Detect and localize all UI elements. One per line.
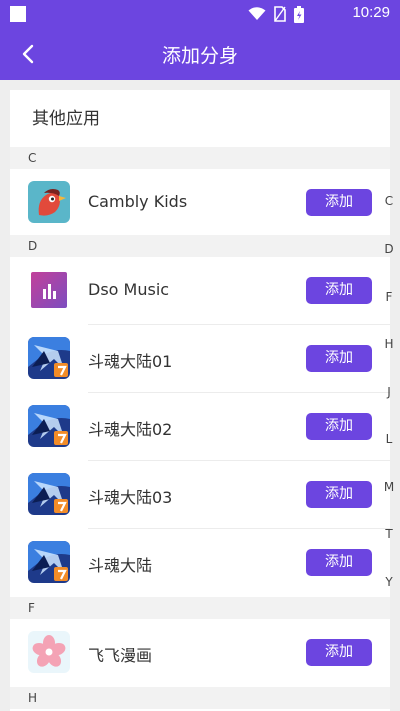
index-letter-y[interactable]: Y <box>378 575 400 589</box>
list-item: 斗魂大陆01 添加 <box>10 325 390 393</box>
app-name: 斗魂大陆02 <box>88 420 173 439</box>
index-letter-l[interactable]: L <box>378 432 400 446</box>
game-icon <box>28 541 70 583</box>
add-button[interactable]: 添加 <box>306 277 372 304</box>
app-name: 斗魂大陆01 <box>88 352 173 371</box>
section-header-d: D <box>10 235 390 257</box>
add-button[interactable]: 添加 <box>306 481 372 508</box>
list-item: Cambly Kids 添加 <box>10 169 390 237</box>
app-name: Cambly Kids <box>88 192 188 211</box>
dso-music-icon <box>28 269 70 311</box>
game-icon <box>28 337 70 379</box>
list-item: 飞飞漫画 添加 <box>10 619 390 687</box>
notification-icon <box>10 6 26 22</box>
wifi-icon <box>248 7 266 20</box>
add-button[interactable]: 添加 <box>306 345 372 372</box>
game-icon <box>28 405 70 447</box>
app-name: 斗魂大陆03 <box>88 488 173 507</box>
list-item: 斗魂大陆 添加 <box>10 529 390 597</box>
app-name: 斗魂大陆 <box>88 556 153 575</box>
index-letter-f[interactable]: F <box>378 290 400 304</box>
system-icons <box>248 5 304 23</box>
section-header-f: F <box>10 597 390 619</box>
game-icon <box>28 473 70 515</box>
list-item: 斗魂大陆03 添加 <box>10 461 390 529</box>
add-button[interactable]: 添加 <box>306 413 372 440</box>
list-item: 斗魂大陆02 添加 <box>10 393 390 461</box>
section-header-h: H <box>10 687 390 709</box>
app-list-card: 其他应用 C Cambly Kids 添加 D Dso Music 添加 斗魂大… <box>10 90 390 711</box>
index-letter-d[interactable]: D <box>378 242 400 256</box>
index-letter-t[interactable]: T <box>378 527 400 541</box>
status-bar: 10:29 <box>0 0 400 28</box>
card-title: 其他应用 <box>32 109 100 129</box>
index-letter-j[interactable]: J <box>378 385 400 399</box>
section-header-c: C <box>10 147 390 169</box>
status-time: 10:29 <box>352 4 390 21</box>
cambly-kids-icon <box>28 181 70 223</box>
app-name: Dso Music <box>88 280 170 299</box>
add-button[interactable]: 添加 <box>306 189 372 216</box>
index-letter-c[interactable]: C <box>378 194 400 208</box>
no-sim-icon <box>274 6 286 22</box>
battery-icon <box>294 5 304 23</box>
add-button[interactable]: 添加 <box>306 639 372 666</box>
index-letter-h[interactable]: H <box>378 337 400 351</box>
list-item: Dso Music 添加 <box>10 257 390 325</box>
app-bar: 添加分身 <box>0 28 400 80</box>
add-button[interactable]: 添加 <box>306 549 372 576</box>
app-name: 飞飞漫画 <box>88 646 153 665</box>
index-letter-m[interactable]: M <box>378 480 400 494</box>
page-title: 添加分身 <box>161 45 238 67</box>
sakura-comic-icon <box>28 631 70 673</box>
